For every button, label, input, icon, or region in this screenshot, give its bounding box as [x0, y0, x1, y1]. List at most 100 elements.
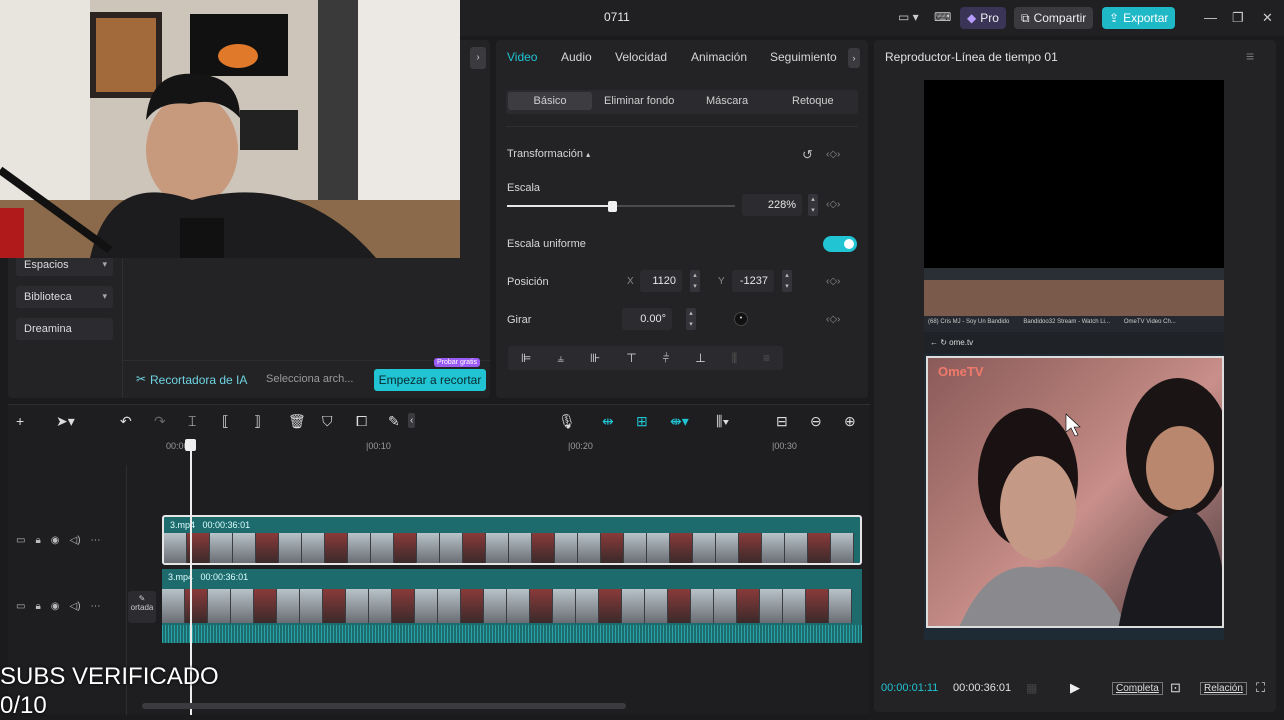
sidebar-item-dreamina[interactable]: Dreamina	[16, 318, 113, 340]
export-button[interactable]: ⇪ Exportar	[1102, 7, 1176, 29]
clip-frame	[415, 589, 438, 623]
collapse-panel-button[interactable]: ›	[470, 47, 486, 69]
subtab-retouch[interactable]: Retoque	[792, 95, 834, 107]
clip-frame	[760, 589, 783, 623]
pos-x-stepper[interactable]: ▴ ▾	[690, 270, 700, 292]
keyframe-icon[interactable]: ‹◇›	[826, 149, 840, 160]
redo-icon[interactable]: ↷	[154, 413, 166, 430]
video-clip[interactable]: 3.mp4 00:00:36:01	[162, 569, 862, 643]
tab-speed[interactable]: Velocidad	[615, 50, 667, 64]
add-track-icon[interactable]: +	[16, 413, 24, 429]
speaker-icon[interactable]: ◁)	[70, 535, 81, 546]
align-bottom-icon[interactable]: ⊥	[695, 351, 705, 365]
upload-icon: ⇪	[1109, 11, 1120, 25]
distribute-v-icon[interactable]: ≡	[763, 351, 770, 365]
full-quality-button[interactable]: Completa	[1112, 682, 1163, 695]
collapse-tools-icon[interactable]: ‹	[408, 413, 416, 428]
microphone-icon[interactable]: 🎙	[558, 413, 576, 430]
sidebar-item-biblioteca[interactable]: Biblioteca ▾	[16, 286, 113, 308]
distribute-h-icon[interactable]: ⫼	[732, 351, 738, 366]
close-icon[interactable]: ✕	[1262, 10, 1273, 26]
clip-frame	[164, 533, 187, 563]
eye-icon[interactable]: ◉	[51, 601, 60, 612]
cover-button[interactable]: ✎ ortada	[128, 591, 156, 623]
tab-video[interactable]: Video	[507, 50, 537, 64]
rotate-dial-icon[interactable]: •	[734, 312, 748, 326]
share-button[interactable]: ⧉ Compartir	[1014, 7, 1094, 29]
select-tool-icon[interactable]: ➤▾	[56, 413, 75, 430]
undo-icon[interactable]: ↶	[120, 413, 132, 430]
tab-tracking[interactable]: Seguimiento	[770, 50, 837, 64]
subtab-mask[interactable]: Máscara	[706, 95, 748, 107]
pen-icon[interactable]: ✎	[388, 413, 400, 430]
audio-waveform	[162, 625, 862, 643]
start-cutting-button[interactable]: Empezar a recortar	[374, 369, 486, 391]
split-right-icon[interactable]: ⟧	[254, 413, 261, 430]
pos-y-input[interactable]: -1237	[732, 270, 774, 292]
fit-timeline-icon[interactable]: ⊟	[776, 413, 788, 430]
marker-icon[interactable]: ⛉	[322, 413, 333, 430]
track-thumbnail-icon[interactable]: ▭	[16, 601, 25, 612]
scale-stepper[interactable]: ▴ ▾	[808, 194, 818, 216]
more-icon[interactable]: ⋯	[91, 535, 101, 546]
split-icon[interactable]: ⌶	[188, 413, 196, 430]
playhead-handle[interactable]	[185, 439, 196, 451]
subtab-basic[interactable]: Básico	[508, 92, 592, 110]
video-preview[interactable]: (68) Cris MJ - Soy Un Bandido Bandidoo32…	[924, 80, 1224, 640]
clip-frame	[417, 533, 440, 563]
subtab-remove-background[interactable]: Eliminar fondo	[604, 95, 674, 107]
keyframe-icon[interactable]: ‹◇›	[826, 314, 840, 325]
pro-button[interactable]: ◆ Pro	[960, 7, 1006, 29]
menu-icon[interactable]: ≡	[1246, 48, 1254, 64]
link-clips-icon[interactable]: ⇹	[602, 413, 614, 430]
focus-icon[interactable]: ⊡	[1170, 680, 1181, 696]
preview-axis-icon[interactable]: ⫼▾	[716, 413, 729, 430]
tab-animation[interactable]: Animación	[691, 50, 747, 64]
zoom-out-icon[interactable]: ⊖	[810, 413, 822, 430]
uniform-scale-toggle[interactable]	[823, 236, 857, 252]
more-tabs-button[interactable]: ›	[848, 48, 860, 68]
align-top-icon[interactable]: ⊤	[626, 351, 636, 365]
layout-icon[interactable]: ▭ ▾	[898, 10, 919, 24]
scale-input[interactable]: 228%	[742, 194, 802, 216]
zoom-in-icon[interactable]: ⊕	[844, 413, 856, 430]
keyframe-icon[interactable]: ‹◇›	[826, 276, 840, 287]
scale-slider-handle[interactable]	[608, 201, 617, 212]
timeline-ruler[interactable]: 00:00 |00:10 |00:20 |00:30	[158, 441, 870, 455]
minimize-icon[interactable]: —	[1204, 10, 1217, 25]
stream-overlay: SUBS VERIFICADO 0/10	[0, 662, 219, 720]
shortcuts-icon[interactable]: ⌨	[934, 10, 951, 24]
align-center-v-icon[interactable]: ⫩	[663, 351, 670, 366]
align-center-h-icon[interactable]: ⫨	[557, 351, 564, 366]
lock-icon[interactable]: 🔒︎	[35, 601, 40, 612]
split-left-icon[interactable]: ⟦	[222, 413, 229, 430]
align-right-icon[interactable]: ⊪	[590, 351, 600, 365]
video-clip[interactable]: 3.mp4 00:00:36:01	[162, 515, 862, 565]
magnet-icon[interactable]: ⊞	[636, 413, 648, 430]
eye-icon[interactable]: ◉	[51, 535, 60, 546]
play-icon[interactable]: ▶	[1070, 680, 1080, 696]
file-select[interactable]: Selecciona arch...	[266, 373, 353, 385]
delete-icon[interactable]: 🗑	[288, 413, 306, 430]
track-controls: ▭ 🔒︎ ◉ ◁) ⋯	[16, 601, 101, 612]
rotate-input[interactable]: 0.00°	[622, 308, 672, 330]
align-left-icon[interactable]: ⊫	[521, 351, 531, 365]
linkage-icon[interactable]: ⇼▾	[670, 413, 689, 430]
pos-x-input[interactable]: 1120	[640, 270, 682, 292]
crop-icon[interactable]: ⧠	[356, 413, 367, 430]
timecode-grid-icon[interactable]: ▦	[1026, 681, 1037, 695]
rotate-stepper[interactable]: ▴ ▾	[686, 308, 696, 330]
more-icon[interactable]: ⋯	[91, 601, 101, 612]
track-thumbnail-icon[interactable]: ▭	[16, 535, 25, 546]
speaker-icon[interactable]: ◁)	[70, 601, 81, 612]
keyframe-icon[interactable]: ‹◇›	[826, 199, 840, 210]
fullscreen-icon[interactable]: ⛶	[1256, 680, 1265, 696]
pos-y-stepper[interactable]: ▴ ▾	[782, 270, 792, 292]
section-title[interactable]: Transformación ▴	[507, 148, 590, 160]
tab-audio[interactable]: Audio	[561, 50, 592, 64]
aspect-ratio-button[interactable]: Relación	[1200, 682, 1247, 695]
lock-icon[interactable]: 🔒︎	[35, 535, 40, 546]
clip-frame	[277, 589, 300, 623]
reset-icon[interactable]: ↺	[802, 147, 813, 163]
maximize-icon[interactable]: ❐	[1232, 10, 1244, 26]
